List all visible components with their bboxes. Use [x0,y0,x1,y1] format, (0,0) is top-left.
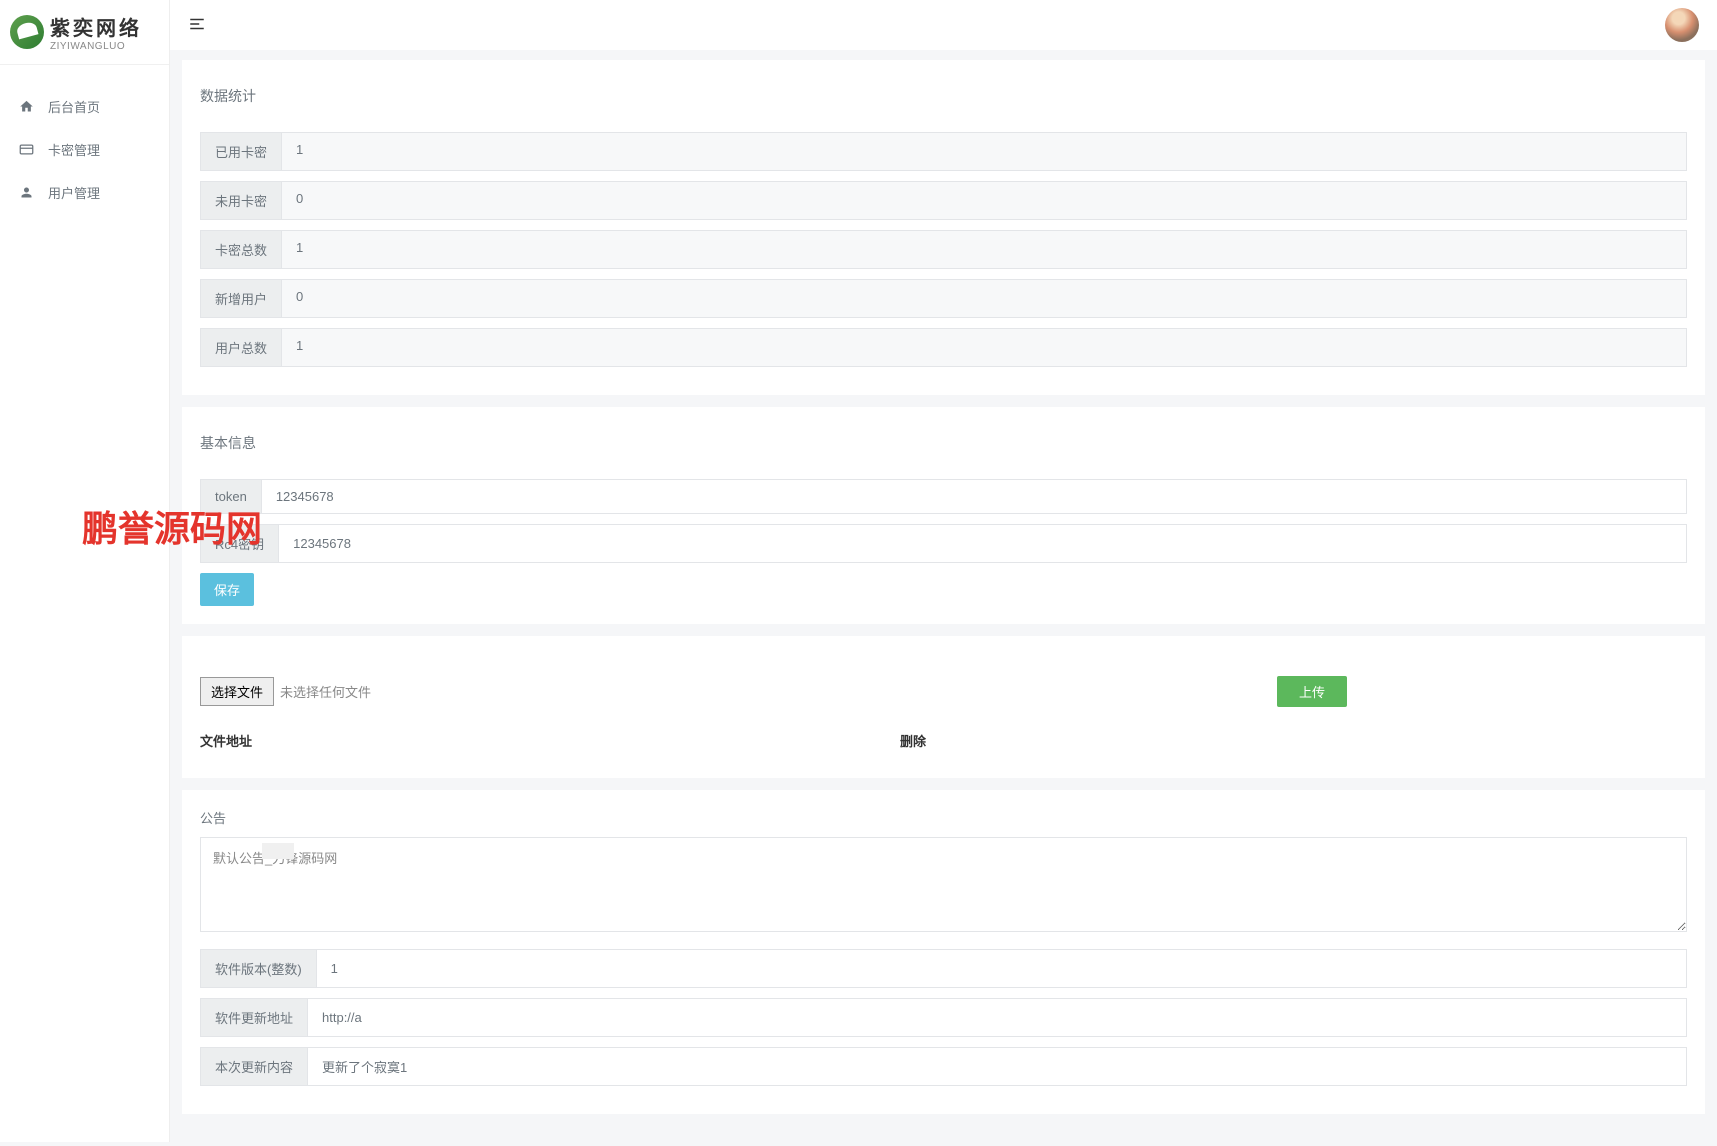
file-table-header: 文件地址 删除 [200,721,1687,760]
stat-row-total-cards: 卡密总数 1 [200,230,1687,269]
stat-value: 0 [282,279,1687,318]
stat-row-used: 已用卡密 1 [200,132,1687,171]
sidebar-item-card[interactable]: 卡密管理 [0,128,169,171]
basic-info-card: 基本信息 token Rc4密钥 保存 [182,407,1705,624]
stat-row-unused: 未用卡密 0 [200,181,1687,220]
stat-label: 未用卡密 [200,181,282,220]
stat-value: 0 [282,181,1687,220]
update-url-input[interactable] [308,998,1687,1037]
card-icon [18,142,34,158]
home-icon [18,99,34,115]
rc4-row: Rc4密钥 [200,524,1687,563]
stat-label: 卡密总数 [200,230,282,269]
stat-label: 新增用户 [200,279,282,318]
col-delete: 删除 [900,731,926,750]
update-content-row: 本次更新内容 [200,1047,1687,1086]
sidebar-item-label: 后台首页 [48,97,100,116]
choose-file-button[interactable]: 选择文件 [200,677,274,706]
version-input[interactable] [317,949,1687,988]
sidebar: 紫奕网络 ZIYIWANGLUO 后台首页 卡密管理 用户管理 [0,0,170,1142]
version-row: 软件版本(整数) [200,949,1687,988]
update-url-row: 软件更新地址 [200,998,1687,1037]
sidebar-item-label: 卡密管理 [48,140,100,159]
announce-textarea[interactable] [200,837,1687,932]
blur-overlay [262,843,294,859]
update-content-label: 本次更新内容 [200,1047,308,1086]
rc4-label: Rc4密钥 [200,524,279,563]
col-file-address: 文件地址 [200,731,900,750]
stat-row-new-users: 新增用户 0 [200,279,1687,318]
stat-row-total-users: 用户总数 1 [200,328,1687,367]
update-url-label: 软件更新地址 [200,998,308,1037]
version-label: 软件版本(整数) [200,949,317,988]
token-row: token [200,479,1687,514]
upload-card: 选择文件 未选择任何文件 上传 文件地址 删除 [182,636,1705,778]
upload-button[interactable]: 上传 [1277,676,1347,707]
main-content: 数据统计 已用卡密 1 未用卡密 0 卡密总数 1 新增用户 0 用户总数 1 … [170,0,1717,1146]
logo-icon [10,15,44,49]
stats-title: 数据统计 [200,78,1687,114]
sidebar-item-user[interactable]: 用户管理 [0,171,169,214]
user-icon [18,185,34,201]
announce-label: 公告 [200,808,1687,827]
sidebar-item-label: 用户管理 [48,183,100,202]
announce-card: 公告 软件版本(整数) 软件更新地址 本次更新内容 [182,790,1705,1114]
stat-label: 用户总数 [200,328,282,367]
basic-info-title: 基本信息 [200,425,1687,461]
stat-value: 1 [282,230,1687,269]
logo: 紫奕网络 ZIYIWANGLUO [0,0,169,65]
stat-value: 1 [282,132,1687,171]
file-row: 选择文件 未选择任何文件 上传 [200,676,1687,707]
menu-toggle-icon[interactable] [188,15,206,36]
topbar [170,0,1717,50]
sidebar-item-home[interactable]: 后台首页 [0,85,169,128]
avatar[interactable] [1665,8,1699,42]
token-label: token [200,479,262,514]
save-button[interactable]: 保存 [200,573,254,606]
rc4-input[interactable] [279,524,1687,563]
nav: 后台首页 卡密管理 用户管理 [0,65,169,234]
stat-value: 1 [282,328,1687,367]
file-status-text: 未选择任何文件 [280,682,371,701]
brand-name-cn: 紫奕网络 [50,12,142,41]
token-input[interactable] [262,479,1687,514]
update-content-input[interactable] [308,1047,1687,1086]
brand-name-en: ZIYIWANGLUO [50,41,142,52]
stat-label: 已用卡密 [200,132,282,171]
stats-card: 数据统计 已用卡密 1 未用卡密 0 卡密总数 1 新增用户 0 用户总数 1 [182,60,1705,395]
